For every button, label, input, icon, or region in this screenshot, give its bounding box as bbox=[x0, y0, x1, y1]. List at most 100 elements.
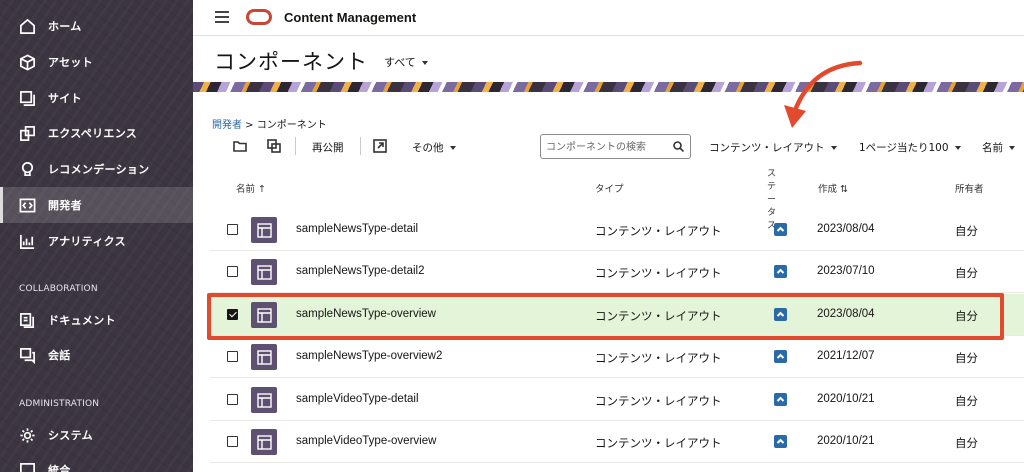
table-row[interactable]: sampleNewsType-overview コンテンツ・レイアウト 2023/0… bbox=[210, 294, 1024, 336]
app-title: Content Management bbox=[284, 10, 417, 25]
breadcrumb-separator: > bbox=[242, 120, 257, 131]
row-checkbox[interactable] bbox=[227, 224, 238, 235]
more-actions-label: その他 bbox=[412, 142, 444, 154]
column-header-name[interactable]: 名前 ↑ bbox=[236, 181, 266, 195]
cube-icon bbox=[18, 53, 36, 71]
conversation-icon bbox=[18, 346, 36, 364]
sidebar-item-system[interactable]: システム bbox=[0, 417, 193, 453]
row-checkbox[interactable] bbox=[227, 436, 238, 447]
sidebar-item-label: 会話 bbox=[48, 349, 71, 362]
topbar: Content Management bbox=[193, 0, 1024, 36]
published-status-icon bbox=[774, 435, 787, 448]
type-filter-label: コンテンツ・レイアウト bbox=[709, 142, 825, 154]
component-layout-icon bbox=[251, 217, 277, 243]
table-row[interactable]: sampleNewsType-detail コンテンツ・レイアウト 2023/08/… bbox=[210, 209, 1024, 251]
code-icon bbox=[18, 196, 36, 214]
created-date: 2023/07/10 bbox=[817, 265, 875, 277]
republish-button[interactable]: 再公開 bbox=[312, 140, 344, 155]
component-type: コンテンツ・レイアウト bbox=[595, 351, 722, 365]
hamburger-menu-icon[interactable] bbox=[215, 11, 229, 23]
component-name[interactable]: sampleVideoType-overview bbox=[296, 435, 436, 447]
per-page-dropdown[interactable]: 1ページ当たり100 bbox=[859, 140, 961, 155]
chevron-down-icon bbox=[1009, 146, 1015, 150]
sidebar-item-label: 統合 bbox=[48, 464, 71, 472]
published-status-icon bbox=[774, 393, 787, 406]
row-checkbox[interactable] bbox=[227, 266, 238, 277]
sidebar-item-analytics[interactable]: アナリティクス bbox=[0, 223, 193, 259]
component-layout-icon bbox=[251, 429, 277, 455]
sidebar-item-label: レコメンデーション bbox=[48, 163, 150, 176]
component-name[interactable]: sampleVideoType-detail bbox=[296, 393, 419, 405]
component-name[interactable]: sampleNewsType-detail2 bbox=[296, 265, 424, 277]
open-folder-button[interactable] bbox=[230, 137, 250, 155]
sidebar-item-label: アセット bbox=[48, 56, 93, 69]
component-layout-icon bbox=[251, 259, 277, 285]
open-external-button[interactable] bbox=[370, 137, 390, 155]
sidebar-item-label: 開発者 bbox=[48, 199, 82, 212]
created-date: 2021/12/07 bbox=[817, 350, 875, 362]
published-status-icon bbox=[774, 223, 787, 236]
section-administration: ADMINISTRATION bbox=[19, 399, 100, 409]
breadcrumb-parent-link[interactable]: 開発者 bbox=[212, 120, 242, 131]
sidebar-item-label: ホーム bbox=[48, 20, 82, 33]
sidebar-item-assets[interactable]: アセット bbox=[0, 44, 193, 80]
component-type: コンテンツ・レイアウト bbox=[595, 436, 722, 450]
table-row[interactable]: sampleNewsType-overview2 コンテンツ・レイアウト 2021/… bbox=[210, 336, 1024, 378]
search-icon[interactable] bbox=[673, 141, 685, 153]
chevron-down-icon bbox=[421, 61, 428, 65]
component-type: コンテンツ・レイアウト bbox=[595, 309, 722, 323]
decorative-banner bbox=[193, 82, 1024, 92]
sidebar-item-sites[interactable]: サイト bbox=[0, 80, 193, 116]
owner: 自分 bbox=[955, 309, 978, 323]
documents-icon bbox=[18, 311, 36, 329]
sidebar-item-developer[interactable]: 開発者 bbox=[0, 187, 193, 223]
row-checkbox[interactable] bbox=[227, 351, 238, 362]
sidebar-item-conversations[interactable]: 会話 bbox=[0, 337, 193, 373]
owner: 自分 bbox=[955, 266, 978, 280]
folder-icon bbox=[233, 141, 247, 152]
sidebar-item-experience[interactable]: エクスペリエンス bbox=[0, 115, 193, 151]
copy-button[interactable] bbox=[264, 137, 284, 155]
breadcrumb: 開発者 > コンポーネント bbox=[212, 116, 327, 131]
arrow-annotation-icon bbox=[784, 60, 863, 128]
table-row[interactable]: sampleVideoType-detail コンテンツ・レイアウト 2020/10… bbox=[210, 379, 1024, 421]
component-type: コンテンツ・レイアウト bbox=[595, 224, 722, 238]
experience-icon bbox=[18, 124, 36, 142]
external-link-icon bbox=[373, 139, 387, 153]
search-input[interactable] bbox=[546, 139, 666, 155]
home-icon bbox=[18, 17, 36, 35]
owner: 自分 bbox=[955, 351, 978, 365]
per-page-label: 1ページ当たり100 bbox=[859, 142, 949, 154]
row-checkbox[interactable] bbox=[227, 394, 238, 405]
component-layout-icon bbox=[251, 344, 277, 370]
sidebar-item-documents[interactable]: ドキュメント bbox=[0, 302, 193, 338]
sidebar-item-integration[interactable]: 統合 bbox=[0, 452, 193, 472]
more-actions-dropdown[interactable]: その他 bbox=[412, 140, 456, 155]
component-layout-icon bbox=[251, 302, 277, 328]
created-date: 2020/10/21 bbox=[817, 393, 875, 405]
table-row[interactable]: sampleVideoType-overview コンテンツ・レイアウト 2020/… bbox=[210, 421, 1024, 463]
table-row[interactable]: sampleNewsType-detail2 コンテンツ・レイアウト 2023/07… bbox=[210, 251, 1024, 293]
chevron-down-icon bbox=[830, 146, 837, 150]
column-header-type[interactable]: タイプ bbox=[595, 181, 624, 195]
gear-icon bbox=[18, 426, 36, 444]
section-collaboration: COLLABORATION bbox=[19, 284, 98, 294]
component-type: コンテンツ・レイアウト bbox=[595, 266, 722, 280]
sort-label: 名前 bbox=[982, 142, 1003, 154]
integration-icon bbox=[18, 461, 36, 472]
created-date: 2023/08/04 bbox=[817, 308, 875, 320]
sidebar-item-recommendation[interactable]: レコメンデーション bbox=[0, 151, 193, 187]
filter-dropdown[interactable]: すべて bbox=[384, 54, 428, 70]
component-name[interactable]: sampleNewsType-detail bbox=[296, 223, 418, 235]
component-name[interactable]: sampleNewsType-overview2 bbox=[296, 350, 442, 362]
lightbulb-icon bbox=[18, 160, 36, 178]
row-checkbox[interactable] bbox=[227, 309, 238, 320]
sidebar-item-label: ドキュメント bbox=[48, 314, 116, 327]
type-filter-dropdown[interactable]: コンテンツ・レイアウト bbox=[709, 140, 837, 155]
sidebar-item-home[interactable]: ホーム bbox=[0, 8, 193, 44]
component-name[interactable]: sampleNewsType-overview bbox=[296, 308, 436, 320]
column-header-created[interactable]: 作成 ⇅ bbox=[818, 181, 848, 195]
sort-dropdown[interactable]: 名前 bbox=[982, 140, 1015, 155]
column-header-owner[interactable]: 所有者 bbox=[955, 181, 984, 195]
filter-label: すべて bbox=[384, 56, 416, 69]
